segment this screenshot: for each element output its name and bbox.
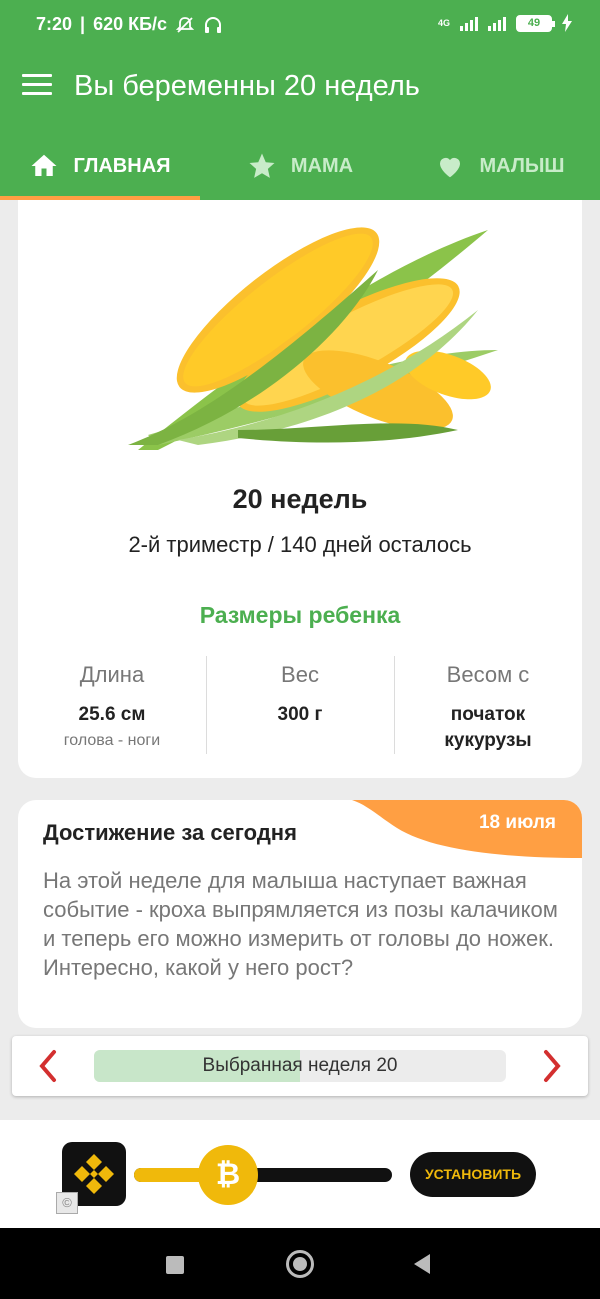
home-button[interactable] xyxy=(286,1250,314,1278)
signal-icon-2 xyxy=(488,15,506,31)
tab-bar: ГЛАВНАЯ МАМА МАЛЫШ xyxy=(0,132,600,200)
sizes-title: Размеры ребенка xyxy=(199,602,401,628)
heart-icon xyxy=(440,157,461,178)
headphones-icon xyxy=(205,16,222,33)
tab-home[interactable]: ГЛАВНАЯ xyxy=(0,132,200,200)
tab-label: МАМА xyxy=(290,154,354,177)
star-icon xyxy=(249,153,275,178)
week-progress-label: Выбранная неделя 20 xyxy=(202,1055,398,1076)
next-week-button[interactable] xyxy=(536,1048,566,1084)
previous-week-button[interactable] xyxy=(34,1048,64,1084)
app-bar: Вы беременны 20 недель xyxy=(0,42,600,132)
week-progress[interactable]: Выбранная неделя 20 xyxy=(94,1050,506,1082)
mute-bell-icon xyxy=(175,16,195,33)
status-divider: | xyxy=(80,14,86,34)
stat-weight: Вес 300 г xyxy=(206,656,394,754)
date-badge: 18 июля xyxy=(478,812,556,833)
menu-icon xyxy=(22,74,52,77)
stat-value: 25.6 см xyxy=(78,704,146,725)
tab-baby[interactable]: МАЛЫШ xyxy=(400,132,600,200)
achievement-title: Достижение за сегодня xyxy=(43,820,297,845)
stat-value: початок кукурузы xyxy=(444,704,532,751)
signal-icon xyxy=(460,15,478,31)
tab-mom[interactable]: МАМА xyxy=(200,132,400,200)
bitcoin-icon[interactable]: ₿ xyxy=(198,1145,258,1205)
status-speed: 620 КБ/с xyxy=(93,14,168,34)
weeks-heading: 20 недель xyxy=(232,484,368,514)
stat-sub: голова - ноги xyxy=(63,732,161,749)
ad-banner[interactable]: ₿ УСТАНОВИТЬ © xyxy=(0,1120,600,1228)
stat-label: Длина xyxy=(79,662,145,687)
stat-value: 300 г xyxy=(277,704,323,725)
tab-label: ГЛАВНАЯ xyxy=(73,154,171,177)
install-button[interactable]: УСТАНОВИТЬ xyxy=(410,1152,536,1197)
menu-icon-line xyxy=(22,83,52,86)
stat-label: Весом с xyxy=(446,662,530,687)
achievement-text: На этой неделе для малыша наступает важн… xyxy=(43,868,558,980)
stat-length: Длина 25.6 см голова - ноги xyxy=(18,656,206,754)
trimester-info: 2-й триместр / 140 дней осталось xyxy=(128,532,472,557)
back-button[interactable] xyxy=(414,1254,430,1274)
ad-info-icon[interactable]: © xyxy=(56,1192,78,1214)
week-card: 20 недель 2-й триместр / 140 дней остало… xyxy=(18,200,582,778)
app-title: Вы беременны 20 недель xyxy=(74,70,420,102)
stat-comparison: Весом с початок кукурузы xyxy=(394,656,582,754)
stats-row: Длина 25.6 см голова - ноги Вес 300 г Ве… xyxy=(18,656,582,754)
status-bar: 7:20 | 620 КБ/с 4G 49 xyxy=(0,0,600,42)
system-nav-bar xyxy=(0,1228,600,1299)
ad-slider-track[interactable] xyxy=(134,1168,392,1182)
tab-label: МАЛЫШ xyxy=(479,154,565,177)
network-type: 4G xyxy=(437,17,450,28)
menu-icon-line xyxy=(22,92,52,95)
recents-button[interactable] xyxy=(166,1256,184,1274)
charging-icon xyxy=(562,14,572,32)
battery-icon: 49 xyxy=(516,14,555,32)
stat-label: Вес xyxy=(281,662,319,687)
menu-button[interactable] xyxy=(22,74,52,98)
status-time: 7:20 xyxy=(36,14,73,34)
corn-illustration xyxy=(128,227,498,450)
home-icon xyxy=(31,154,57,176)
week-selector: Выбранная неделя 20 xyxy=(12,1036,588,1096)
achievement-card: 18 июля Достижение за сегодня На этой не… xyxy=(18,800,582,1028)
